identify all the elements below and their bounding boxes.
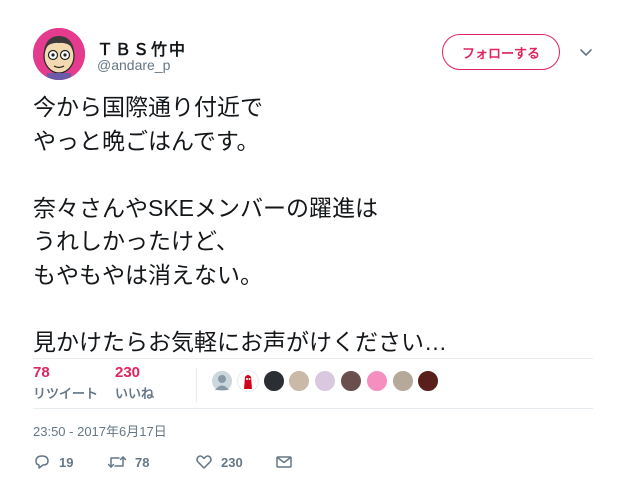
tweet-line: 今から国際通り付近で	[33, 94, 263, 120]
divider	[33, 408, 593, 409]
liker-avatar-1[interactable]	[211, 370, 233, 392]
liker-avatar-9[interactable]	[417, 370, 440, 392]
liker-avatar-5[interactable]	[314, 370, 337, 392]
tweet-line: もやもやは消えない。	[33, 261, 263, 288]
mail-icon	[276, 456, 292, 468]
liker-avatars	[211, 370, 443, 396]
tweet-line	[33, 292, 593, 326]
red-character-icon	[243, 375, 252, 389]
reply-icon	[35, 455, 49, 469]
retweet-count: 78	[33, 364, 50, 381]
tweet-card: ＴＢＳ竹中 @andare_p フォローする 今から国際通り付近で やっと晩ごは…	[0, 0, 620, 487]
liker-avatar-8[interactable]	[391, 370, 414, 392]
tweet-header: ＴＢＳ竹中 @andare_p フォローする	[33, 28, 603, 80]
retweet-stat[interactable]: 78 リツイート	[33, 364, 98, 402]
liker-avatar-6[interactable]	[339, 370, 362, 392]
retweet-label: リツイート	[33, 386, 99, 401]
reply-count: 19	[59, 454, 74, 470]
stats-separator	[196, 368, 197, 402]
user-avatar[interactable]	[33, 28, 85, 80]
like-label: いいね	[115, 386, 155, 401]
liker-avatar-3[interactable]	[262, 370, 285, 392]
like-action-count: 230	[221, 454, 243, 470]
tweet-timestamp[interactable]: 23:50 - 2017年6月17日	[33, 421, 167, 440]
reply-button[interactable]: 19	[33, 450, 73, 474]
tweet-text: 今から国際通り付近で やっと晩ごはんです。 奈々さんやSKEメンバーの躍進は う…	[33, 91, 593, 359]
liker-avatar-7[interactable]	[365, 370, 388, 392]
chevron-down-icon[interactable]	[578, 44, 594, 60]
tweet-line: うれしかったけど、	[33, 228, 239, 254]
user-handle[interactable]: @andare_p	[97, 57, 170, 73]
direct-message-button[interactable]	[275, 450, 293, 474]
tweet-line: やっと晩ごはんです。	[33, 127, 260, 154]
retweet-icon	[107, 456, 127, 468]
cartoon-face-icon	[33, 28, 85, 80]
heart-icon	[196, 455, 212, 469]
liker-avatar-2[interactable]	[236, 370, 259, 392]
tweet-actions: 19 78 230	[33, 450, 333, 474]
tweet-line: 奈々さんやSKEメンバーの躍進は	[33, 194, 379, 221]
retweet-action-count: 78	[135, 454, 150, 470]
tweet-line	[33, 158, 593, 192]
liker-avatar-4[interactable]	[288, 370, 311, 392]
tweet-line: 見かけたらお気軽にお声がけください…	[33, 328, 447, 355]
default-avatar-icon	[215, 375, 229, 390]
like-stat[interactable]: 230 いいね	[115, 364, 154, 402]
like-count: 230	[115, 364, 141, 381]
like-button[interactable]: 230	[195, 450, 243, 474]
retweet-button[interactable]: 78	[107, 450, 149, 474]
follow-button[interactable]: フォローする	[442, 34, 560, 70]
tweet-stats: 78 リツイート 230 いいね	[33, 359, 593, 409]
